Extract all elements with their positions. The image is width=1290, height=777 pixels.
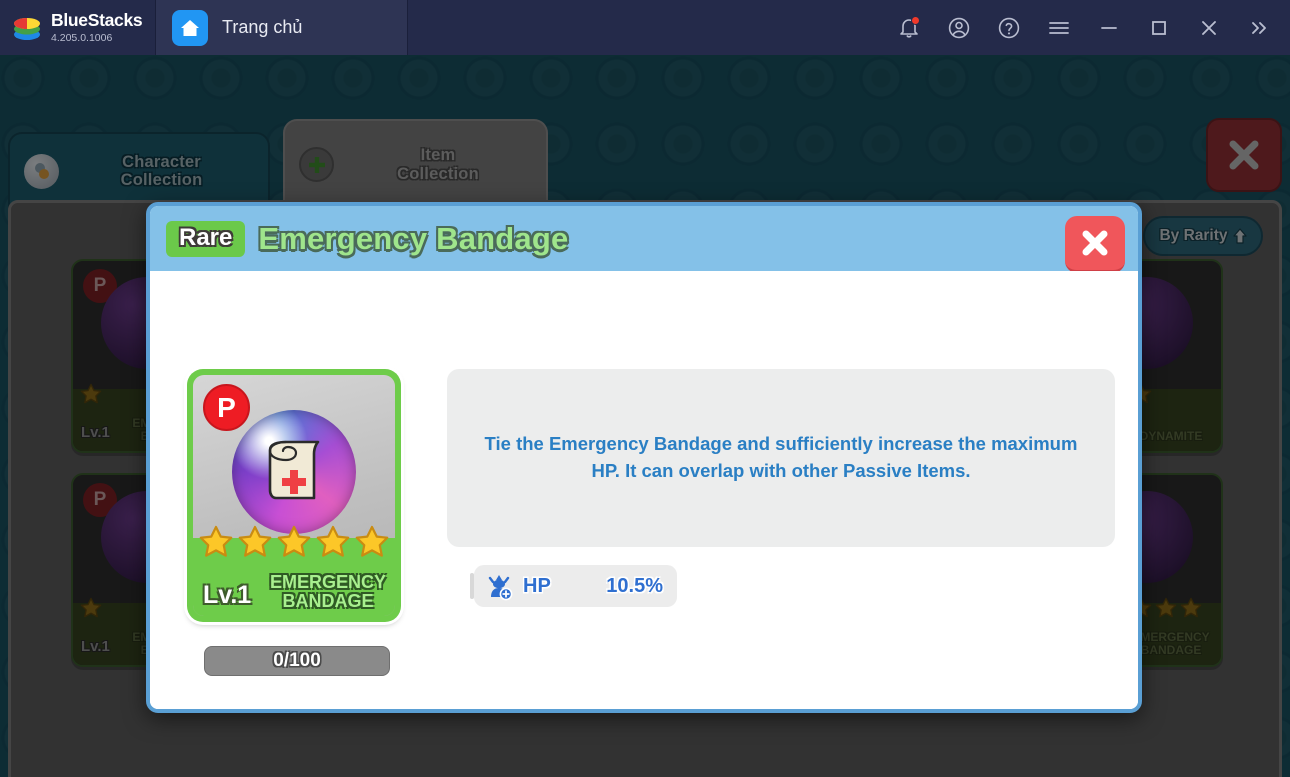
progress-label: 0/100 bbox=[273, 650, 321, 671]
star-icon bbox=[353, 523, 391, 566]
star-icon bbox=[197, 523, 235, 566]
help-icon[interactable] bbox=[984, 0, 1034, 55]
home-icon bbox=[172, 9, 208, 46]
modal-close-button[interactable] bbox=[1065, 216, 1125, 273]
stat-label: HP bbox=[523, 574, 551, 597]
notification-badge bbox=[911, 16, 920, 25]
item-progress-bar: 0/100 bbox=[204, 646, 390, 676]
item-name: EMERGENCY BANDAGE bbox=[265, 573, 391, 611]
modal-title: Emergency Bandage bbox=[258, 220, 569, 256]
item-name-line2: BANDAGE bbox=[282, 591, 374, 612]
modal-header: Rare Emergency Bandage bbox=[150, 206, 1138, 273]
maximize-icon[interactable] bbox=[1134, 0, 1184, 55]
game-viewport: Character Collection Item Collection By … bbox=[0, 55, 1290, 777]
star-icon bbox=[314, 523, 352, 566]
tab-trang-chu[interactable]: Trang chủ bbox=[155, 0, 408, 55]
item-level: Lv.1 bbox=[203, 581, 252, 609]
item-card[interactable]: P Lv.1 EMERGENCY BANDAGE bbox=[187, 369, 401, 622]
tab-label: Trang chủ bbox=[222, 17, 303, 37]
close-icon[interactable] bbox=[1184, 0, 1234, 55]
hp-up-icon bbox=[484, 571, 514, 601]
bandage-roll-icon bbox=[232, 410, 356, 534]
bluestacks-logo-icon bbox=[12, 14, 42, 42]
modal-body: P Lv.1 EMERGENCY BANDAGE 0/100 Tie the E… bbox=[150, 271, 1138, 709]
bluestacks-brand: BlueStacks 4.205.0.1006 bbox=[0, 0, 155, 55]
titlebar-actions bbox=[408, 0, 1290, 55]
star-icon bbox=[236, 523, 274, 566]
passive-badge: P bbox=[203, 384, 250, 431]
star-icon bbox=[275, 523, 313, 566]
stat-row-hp: HP 10.5% bbox=[470, 565, 677, 607]
item-name-line1: EMERGENCY bbox=[269, 572, 386, 593]
account-icon[interactable] bbox=[934, 0, 984, 55]
menu-icon[interactable] bbox=[1034, 0, 1084, 55]
item-description-panel: Tie the Emergency Bandage and sufficient… bbox=[447, 369, 1115, 547]
brand-name: BlueStacks bbox=[51, 10, 143, 30]
bluestacks-titlebar: BlueStacks 4.205.0.1006 Trang chủ FORTRE… bbox=[0, 0, 1290, 777]
minimize-icon[interactable] bbox=[1084, 0, 1134, 55]
brand-version: 4.205.0.1006 bbox=[51, 31, 113, 44]
expand-sidebar-icon[interactable] bbox=[1234, 0, 1284, 55]
rarity-badge: Rare bbox=[166, 220, 246, 257]
star-rating bbox=[197, 523, 391, 566]
item-description: Tie the Emergency Bandage and sufficient… bbox=[484, 433, 1078, 481]
stat-value: 10.5% bbox=[606, 574, 663, 597]
item-detail-modal: Rare Emergency Bandage P Lv.1 EMERGENCY … bbox=[146, 202, 1142, 713]
notifications-icon[interactable] bbox=[884, 0, 934, 55]
